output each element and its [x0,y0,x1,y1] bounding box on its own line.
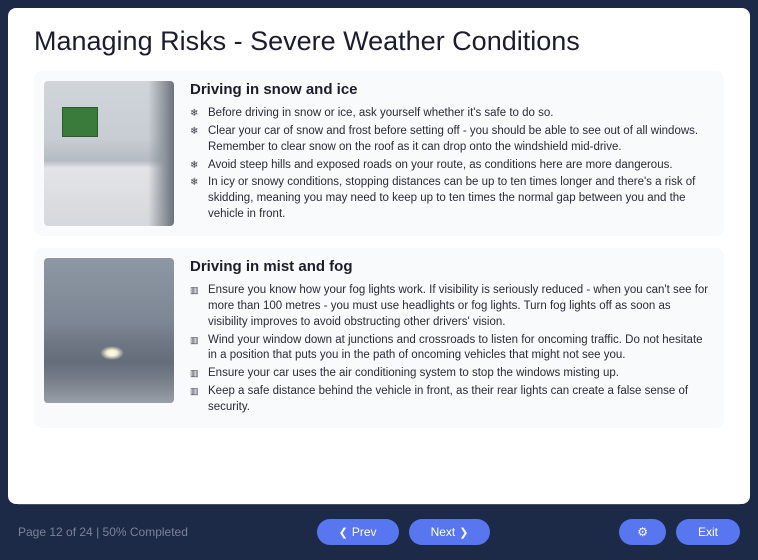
prev-button[interactable]: ❮ Prev [317,519,399,545]
list-item: In icy or snowy conditions, stopping dis… [190,175,710,223]
next-button[interactable]: Next ❯ [409,519,491,545]
settings-button[interactable]: ⚙︎ [619,519,666,545]
fog-road-image [44,258,174,403]
list-item: Before driving in snow or ice, ask yours… [190,106,710,122]
chevron-right-icon: ❯ [459,526,468,539]
gear-icon: ⚙︎ [637,525,648,539]
section-fog-list: Ensure you know how your fog lights work… [190,283,710,416]
progress-text: Page 12 of 24 | 50% Completed [18,525,188,539]
list-item: Clear your car of snow and frost before … [190,124,710,156]
section-fog-body: Driving in mist and fog Ensure you know … [190,258,710,418]
section-snow-list: Before driving in snow or ice, ask yours… [190,106,710,223]
list-item: Keep a safe distance behind the vehicle … [190,384,710,416]
prev-label: Prev [352,525,377,539]
section-snow: Driving in snow and ice Before driving i… [34,71,724,236]
section-fog-heading: Driving in mist and fog [190,258,710,275]
list-item: Wind your window down at junctions and c… [190,333,710,365]
section-snow-body: Driving in snow and ice Before driving i… [190,81,710,226]
snow-road-image [44,81,174,226]
page-title: Managing Risks - Severe Weather Conditio… [34,26,724,57]
footer-center: ❮ Prev Next ❯ [188,519,619,545]
list-item: Ensure you know how your fog lights work… [190,283,710,331]
chevron-left-icon: ❮ [339,526,348,539]
footer-bar: Page 12 of 24 | 50% Completed ❮ Prev Nex… [8,504,750,560]
content-panel: Managing Risks - Severe Weather Conditio… [8,8,750,504]
section-snow-heading: Driving in snow and ice [190,81,710,98]
list-item: Avoid steep hills and exposed roads on y… [190,158,710,174]
next-label: Next [431,525,456,539]
exit-button[interactable]: Exit [676,519,740,545]
section-fog: Driving in mist and fog Ensure you know … [34,248,724,428]
footer-right: ⚙︎ Exit [619,519,740,545]
list-item: Ensure your car uses the air conditionin… [190,366,710,382]
exit-label: Exit [698,525,718,539]
